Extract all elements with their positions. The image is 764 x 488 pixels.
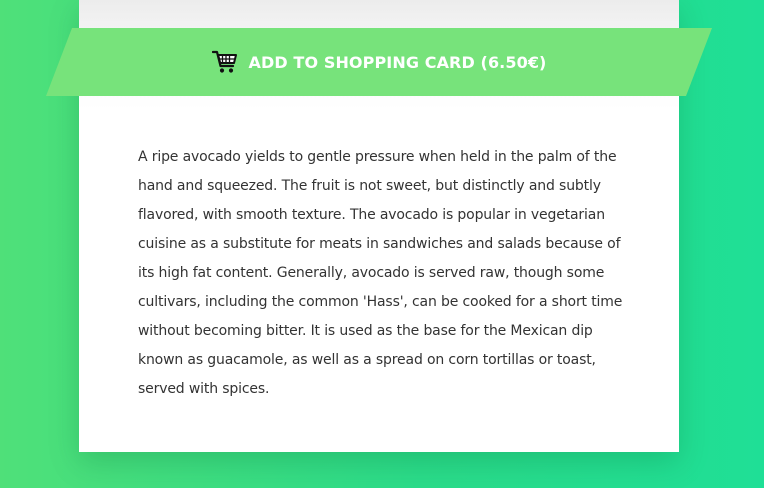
shopping-cart-icon xyxy=(211,50,238,74)
product-description: A ripe avocado yields to gentle pressure… xyxy=(138,149,623,397)
add-to-cart-button[interactable]: ADD TO SHOPPING CARD (6.50€) xyxy=(46,28,712,96)
add-to-cart-label: ADD TO SHOPPING CARD (6.50€) xyxy=(248,52,547,72)
